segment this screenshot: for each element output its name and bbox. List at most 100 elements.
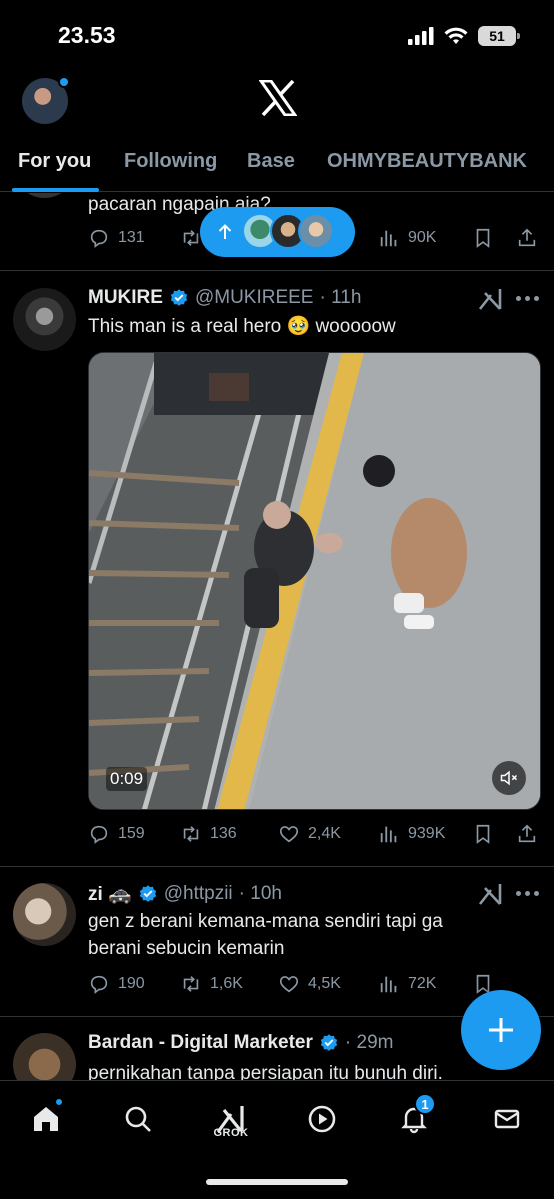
repost-button[interactable]: 136 <box>180 823 237 845</box>
post-avatar[interactable] <box>13 1033 76 1080</box>
status-time: 23.53 <box>58 22 116 48</box>
unread-dot <box>58 76 70 88</box>
post-text-line-1: gen z berani kemana-mana sendiri tapi ga <box>88 911 443 932</box>
home-unread-dot <box>54 1097 64 1107</box>
post-time: · 10h <box>238 883 282 904</box>
tab-following[interactable]: Following <box>124 150 217 173</box>
views-button[interactable]: 939K <box>378 823 445 845</box>
nav-search[interactable] <box>118 1099 158 1139</box>
profile-avatar[interactable] <box>22 76 70 124</box>
status-bar: 23.53 51 <box>0 0 554 70</box>
verified-badge-icon <box>139 885 156 902</box>
post-time: · 29m <box>344 1032 394 1053</box>
repost-count: 1,6K <box>210 975 243 992</box>
more-options-button[interactable] <box>516 891 540 897</box>
x-logo-icon <box>259 80 297 116</box>
heart-icon <box>279 976 299 993</box>
mail-icon <box>494 1109 520 1129</box>
video-timestamp: 0:09 <box>106 767 148 791</box>
search-icon <box>125 1106 151 1132</box>
grok-icon[interactable] <box>478 882 504 906</box>
share-icon <box>518 824 536 843</box>
post-header: MUKIRE @MUKIREEE · 11h <box>88 287 361 309</box>
post-time: · 11h <box>319 287 362 308</box>
views-icon <box>380 976 397 993</box>
nav-notifications[interactable]: 1 <box>394 1093 436 1139</box>
video-player[interactable]: 0:09 <box>88 352 541 810</box>
new-posts-avatars <box>242 213 342 251</box>
nav-video[interactable] <box>302 1099 342 1139</box>
display-name[interactable]: Bardan - Digital Marketer <box>88 1032 313 1054</box>
share-button[interactable] <box>516 227 538 249</box>
reply-icon <box>90 229 108 248</box>
post-actions: 190 1,6K 4,5K 72K <box>88 973 540 999</box>
reply-icon <box>90 975 108 994</box>
views-button[interactable]: 72K <box>378 973 436 995</box>
post-avatar[interactable] <box>13 193 76 198</box>
repost-button[interactable] <box>180 227 202 249</box>
home-indicator <box>206 1179 348 1185</box>
cellular-signal-icon <box>408 27 434 45</box>
grok-icon[interactable] <box>478 287 504 311</box>
post-header: Bardan - Digital Marketer · 29m <box>88 1032 393 1054</box>
user-handle[interactable]: @MUKIREEE <box>195 287 314 309</box>
timeline-feed: pacaran ngapain aja? 131 90K MUKIRE @MUK… <box>0 193 554 1080</box>
post-text-line-2: berani sebucin kemarin <box>88 938 285 959</box>
like-button[interactable]: 2,4K <box>278 823 341 845</box>
views-icon <box>380 230 397 247</box>
reply-icon <box>90 825 108 844</box>
display-name[interactable]: MUKIRE <box>88 287 163 309</box>
post-text: This man is a real hero 🥹 wooooow <box>88 316 396 337</box>
views-button[interactable]: 90K <box>378 227 436 249</box>
more-options-button[interactable] <box>516 296 540 302</box>
new-posts-pill[interactable] <box>200 207 355 257</box>
wifi-icon <box>444 27 468 44</box>
tab-ohmybeautybank[interactable]: OHMYBEAUTYBANK <box>327 150 527 173</box>
user-handle[interactable]: @httpzii <box>164 883 233 905</box>
like-count: 2,4K <box>308 825 341 842</box>
verified-badge-icon <box>170 289 188 306</box>
tab-active-indicator <box>12 188 99 192</box>
play-circle-icon <box>308 1105 336 1133</box>
views-count: 90K <box>408 229 437 246</box>
post-divider <box>0 866 554 867</box>
plus-icon <box>489 1018 513 1042</box>
views-icon <box>380 826 397 843</box>
post-avatar[interactable] <box>13 883 76 946</box>
reply-button[interactable]: 131 <box>88 227 145 249</box>
home-icon <box>34 1107 58 1131</box>
battery-indicator: 51 <box>478 26 520 46</box>
tab-base[interactable]: Base <box>247 150 295 173</box>
display-name[interactable]: zi 🚓 <box>88 882 132 906</box>
reply-count: 131 <box>118 229 145 246</box>
arrow-up-icon <box>218 224 232 239</box>
bookmark-button[interactable] <box>472 823 494 845</box>
heart-icon <box>279 826 299 843</box>
bookmark-button[interactable] <box>472 227 494 249</box>
share-icon <box>518 228 536 247</box>
nav-messages[interactable] <box>487 1099 527 1139</box>
repost-button[interactable]: 1,6K <box>180 973 243 995</box>
views-count: 939K <box>408 825 446 842</box>
reply-button[interactable]: 190 <box>88 973 145 995</box>
bookmark-icon <box>476 824 490 844</box>
tab-for-you[interactable]: For you <box>18 150 91 173</box>
mute-button[interactable] <box>492 761 526 795</box>
avatar <box>298 213 334 249</box>
notifications-badge: 1 <box>414 1093 436 1115</box>
post-text: pernikahan tanpa persiapan itu bunuh dir… <box>88 1063 443 1080</box>
feed-tabs: For you Following Base OHMYBEAUTYBANK <box>0 140 554 192</box>
post-avatar[interactable] <box>13 288 76 351</box>
compose-post-button[interactable] <box>461 990 541 1070</box>
like-button[interactable]: 4,5K <box>278 973 341 995</box>
reply-button[interactable]: 159 <box>88 823 145 845</box>
speaker-muted-icon <box>500 770 518 786</box>
nav-home[interactable] <box>26 1097 66 1139</box>
post-header: zi 🚓 @httpzii · 10h <box>88 882 282 906</box>
status-icons: 51 <box>408 26 520 46</box>
reply-count: 190 <box>118 975 145 992</box>
repost-icon <box>183 976 199 992</box>
share-button[interactable] <box>516 823 538 845</box>
reply-count: 159 <box>118 825 145 842</box>
post-divider <box>0 270 554 271</box>
